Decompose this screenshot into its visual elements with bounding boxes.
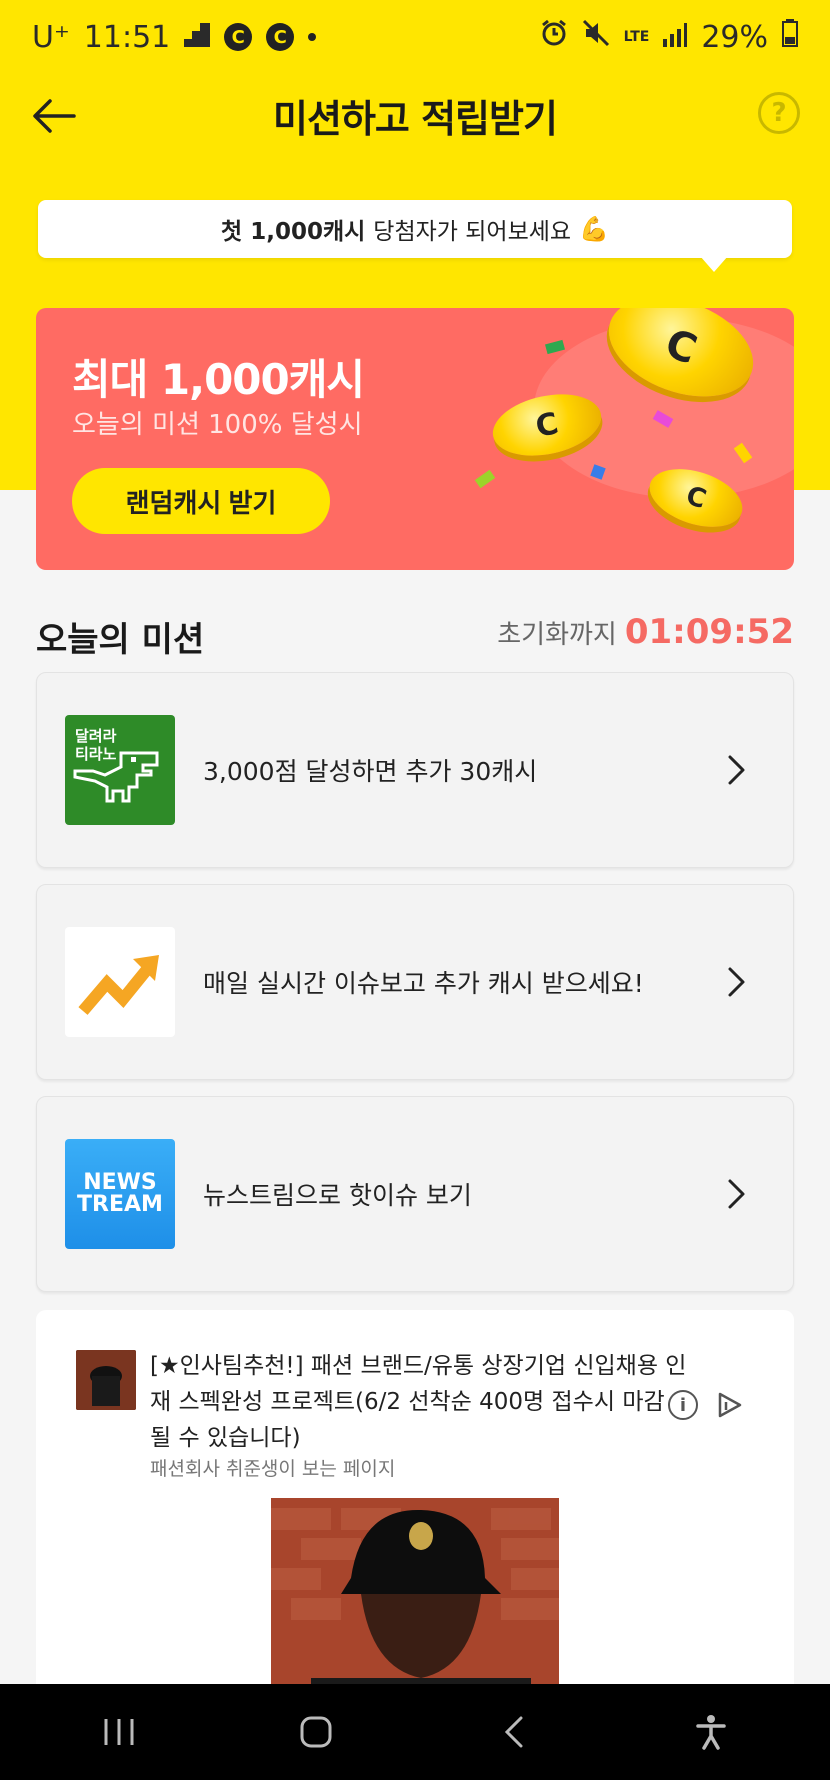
ad-avatar — [76, 1350, 136, 1410]
page-title: 미션하고 적립받기 — [273, 96, 558, 141]
mission-label: 매일 실시간 이슈보고 추가 캐시 받으세요! — [203, 969, 644, 998]
coin-notification-icon: C — [224, 23, 253, 51]
arrow-left-icon — [33, 99, 76, 133]
tooltip-tail — [700, 256, 728, 272]
ad-image[interactable] — [271, 1498, 559, 1710]
random-cash-button[interactable]: 랜덤캐시 받기 — [72, 468, 330, 534]
reset-countdown: 초기화까지 01:09:52 — [497, 612, 794, 652]
alarm-icon — [540, 19, 568, 55]
newstream-logo-line2: TREAM — [77, 1192, 163, 1217]
battery-icon — [782, 19, 798, 55]
accessibility-button[interactable] — [681, 1702, 741, 1762]
recent-apps-button[interactable] — [89, 1702, 149, 1762]
dinosaur-game-icon: 달려라 티라노 — [65, 715, 175, 825]
clock: 11:51 — [83, 19, 171, 55]
section-title-today-mission: 오늘의 미션 — [36, 620, 205, 660]
confetti-green — [545, 339, 565, 355]
home-icon — [300, 1716, 332, 1748]
svg-text:달려라: 달려라 — [75, 727, 117, 745]
status-left: U⁺ 11:51 C C — [32, 19, 317, 55]
mission-label: 3,000점 달성하면 추가 30캐시 — [203, 757, 538, 786]
carrier-label: U⁺ — [32, 19, 70, 55]
app-header: 미션하고 적립받기 ? — [0, 74, 830, 156]
chevron-right-icon — [707, 952, 767, 1012]
confetti-lime — [474, 469, 496, 489]
help-button[interactable]: ? — [758, 92, 800, 134]
mission-item-newstream[interactable]: NEWS TREAM 뉴스트림으로 핫이슈 보기 — [36, 1096, 794, 1292]
status-bar: U⁺ 11:51 C C LTE 29% — [0, 0, 830, 74]
flexed-arm-icon: 💪 — [579, 215, 609, 243]
coin-notification-icon-2: C — [266, 23, 295, 51]
more-notifications-dot — [308, 33, 317, 41]
reset-timer: 01:09:52 — [624, 612, 794, 652]
battery-percent: 29% — [701, 19, 768, 55]
stairs-icon — [184, 20, 211, 55]
back-button[interactable] — [24, 86, 84, 146]
chevron-right-icon — [707, 740, 767, 800]
newstream-logo-line1: NEWS — [83, 1170, 157, 1195]
first-prize-tooltip: 첫 1,000캐시 당첨자가 되어보세요 💪 — [38, 200, 792, 258]
mission-label: 뉴스트림으로 핫이슈 보기 — [203, 1181, 472, 1210]
status-right: LTE 29% — [540, 19, 798, 55]
ad-title[interactable]: [★인사팀추천!] 패션 브랜드/유통 상장기업 신입채용 인재 스펙완성 프로… — [150, 1348, 690, 1456]
tooltip-bold-text: 첫 1,000캐시 — [221, 219, 366, 245]
mute-icon — [582, 19, 610, 55]
tooltip-text: 당첨자가 되어보세요 — [373, 219, 572, 245]
reset-label: 초기화까지 — [497, 620, 617, 650]
ad-source: 패션회사 취준생이 보는 페이지 — [150, 1458, 396, 1480]
mission-item-realtime-issue[interactable]: 매일 실시간 이슈보고 추가 캐시 받으세요! — [36, 884, 794, 1080]
signal-icon — [663, 20, 688, 55]
svg-text:티라노: 티라노 — [75, 745, 117, 763]
network-type-label: LTE — [623, 29, 650, 45]
accessibility-icon — [696, 1715, 726, 1750]
promo-card: 최대 1,000캐시 오늘의 미션 100% 달성시 랜덤캐시 받기 C C C — [36, 308, 794, 570]
system-back-button[interactable] — [484, 1702, 544, 1762]
chevron-left-icon — [504, 1716, 523, 1748]
home-button[interactable] — [286, 1702, 346, 1762]
chevron-right-icon — [707, 1164, 767, 1224]
system-nav-bar — [0, 1684, 830, 1780]
recent-apps-icon — [104, 1719, 134, 1745]
ad-info-icon[interactable]: i — [668, 1390, 698, 1420]
mission-item-tyranno[interactable]: 달려라 티라노 3,000점 달성하면 추가 30캐시 — [36, 672, 794, 868]
newstream-logo-icon: NEWS TREAM — [65, 1139, 175, 1249]
adchoices-icon[interactable] — [714, 1390, 744, 1420]
promo-subtitle: 오늘의 미션 100% 달성시 — [72, 410, 363, 440]
trending-up-icon — [65, 927, 175, 1037]
ad-card[interactable]: [★인사팀추천!] 패션 브랜드/유통 상장기업 신입채용 인재 스펙완성 프로… — [36, 1310, 794, 1710]
promo-title: 최대 1,000캐시 — [72, 355, 365, 404]
